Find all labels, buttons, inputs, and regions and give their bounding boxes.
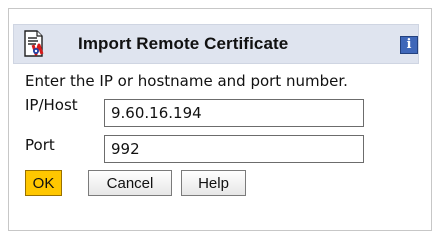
ip-host-label: IP/Host [25, 96, 78, 114]
help-button[interactable]: Help [181, 170, 246, 196]
cancel-button[interactable]: Cancel [88, 170, 172, 196]
port-label: Port [25, 136, 55, 154]
ip-host-input[interactable] [104, 99, 364, 127]
port-input[interactable] [104, 135, 364, 163]
dialog-header: Import Remote Certificate i [13, 24, 419, 64]
dialog-title: Import Remote Certificate [78, 34, 289, 53]
ok-button[interactable]: OK [25, 170, 62, 196]
instruction-text: Enter the IP or hostname and port number… [25, 72, 348, 90]
certificate-icon [22, 30, 46, 58]
info-icon[interactable]: i [400, 36, 418, 54]
